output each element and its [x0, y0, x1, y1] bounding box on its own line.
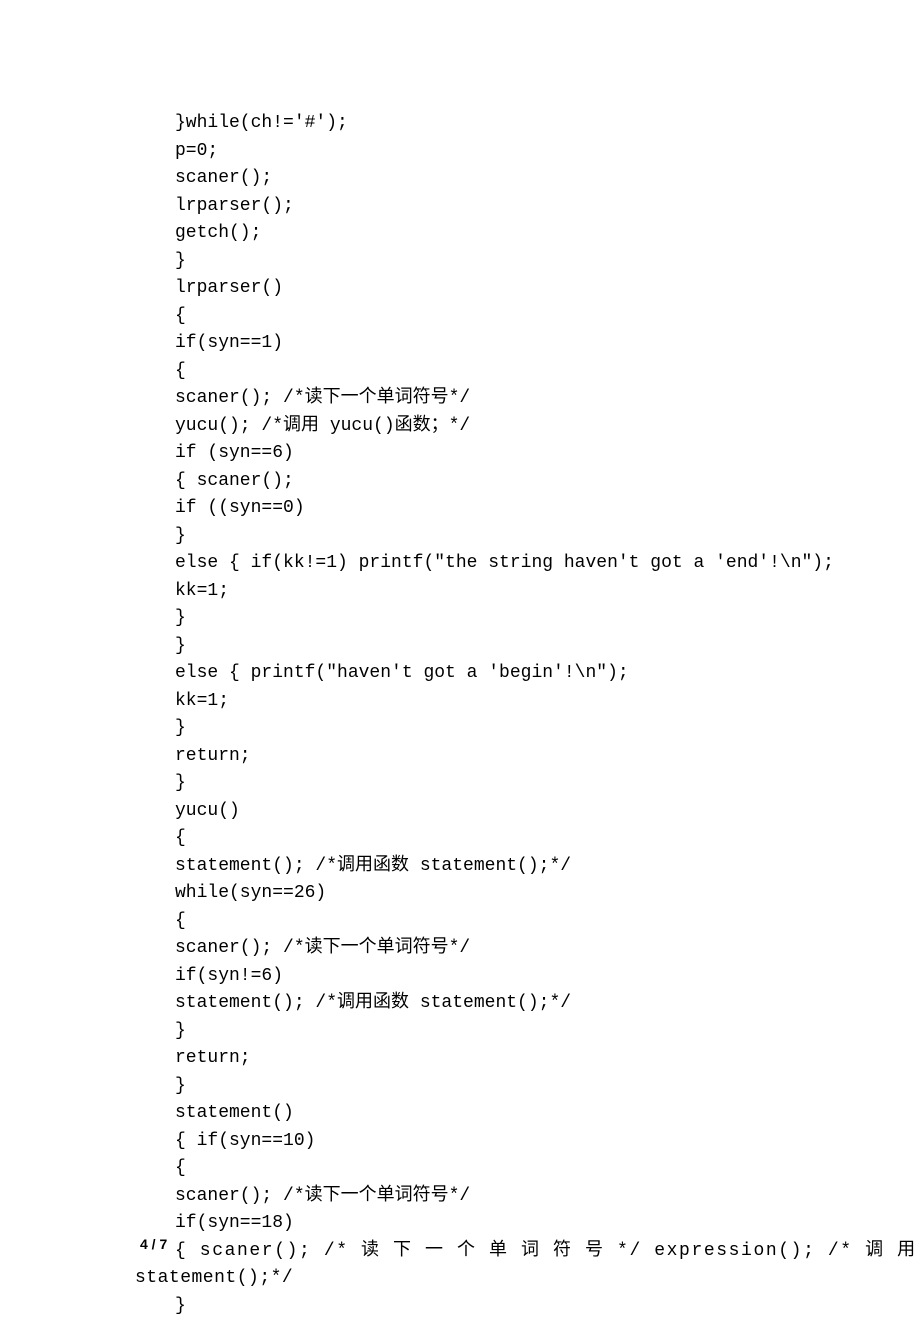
- code-line: }: [175, 633, 920, 661]
- code-line: }: [175, 1018, 920, 1046]
- code-line: scaner();: [175, 165, 920, 193]
- code-line: while(syn==26): [175, 880, 920, 908]
- code-line: {: [175, 908, 920, 936]
- code-line: if (syn==6): [175, 440, 920, 468]
- code-line: if ((syn==0): [175, 495, 920, 523]
- code-line: lrparser();: [175, 193, 920, 221]
- code-line: if(syn!=6): [175, 963, 920, 991]
- code-line: p=0;: [175, 138, 920, 166]
- code-line: return;: [175, 743, 920, 771]
- code-line: scaner(); /*读下一个单词符号*/: [175, 385, 920, 413]
- code-line: if(syn==1): [175, 330, 920, 358]
- code-line: statement(); /*调用函数 statement();*/: [175, 853, 920, 881]
- code-line: }: [175, 1073, 920, 1101]
- code-line: else { printf("haven't got a 'begin'!\n"…: [175, 660, 920, 688]
- code-line: statement(): [175, 1100, 920, 1128]
- code-line: scaner(); /*读下一个单词符号*/: [175, 935, 920, 963]
- code-line: yucu(): [175, 798, 920, 826]
- code-line: else { if(kk!=1) printf("the string have…: [175, 550, 920, 578]
- code-line: yucu(); /*调用 yucu()函数；*/: [175, 413, 920, 441]
- code-line: if(syn==18): [175, 1210, 920, 1238]
- code-line: }: [175, 770, 920, 798]
- code-line: kk=1;: [175, 688, 920, 716]
- code-line: {: [175, 1155, 920, 1183]
- code-line: { scaner();: [175, 468, 920, 496]
- code-line: kk=1;: [175, 578, 920, 606]
- code-line: return;: [175, 1045, 920, 1073]
- code-line: {: [175, 303, 920, 331]
- code-line: lrparser(): [175, 275, 920, 303]
- code-line-justified: { scaner(); /* 读 下 一 个 单 词 符 号 */ expres…: [175, 1238, 920, 1266]
- code-line: }: [175, 605, 920, 633]
- code-line: {: [175, 825, 920, 853]
- code-line: }: [175, 1293, 920, 1320]
- code-line: }: [175, 523, 920, 551]
- code-line: }: [175, 715, 920, 743]
- document-page: }while(ch!='#'); p=0; scaner(); lrparser…: [0, 0, 920, 1302]
- code-line: }while(ch!='#');: [175, 110, 920, 138]
- page-number: 4 / 7: [140, 1236, 167, 1252]
- code-line: statement(); /*调用函数 statement();*/: [175, 990, 920, 1018]
- code-line: scaner(); /*读下一个单词符号*/: [175, 1183, 920, 1211]
- code-line-continuation: statement();*/: [135, 1265, 920, 1293]
- code-line: getch();: [175, 220, 920, 248]
- code-line: { if(syn==10): [175, 1128, 920, 1156]
- code-line: {: [175, 358, 920, 386]
- code-line: }: [175, 248, 920, 276]
